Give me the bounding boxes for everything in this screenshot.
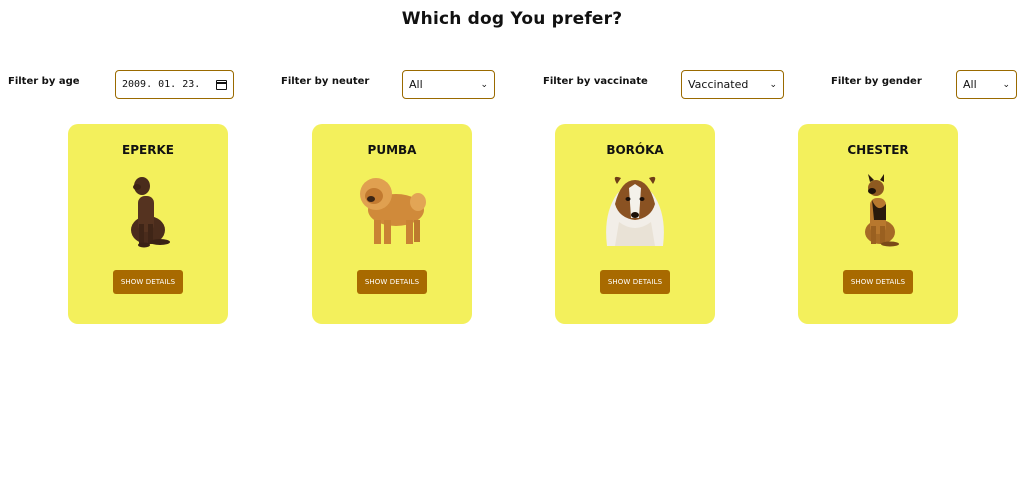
dog-card: BORÓKA SHOW DETAILS (555, 124, 715, 324)
calendar-icon[interactable] (216, 79, 227, 90)
dog-name: EPERKE (122, 143, 174, 157)
chevron-down-icon: ⌄ (480, 79, 488, 90)
filter-vaccinate-label: Filter by vaccinate (543, 76, 648, 87)
chevron-down-icon: ⌄ (1002, 79, 1010, 90)
dog-name: BORÓKA (606, 143, 664, 157)
show-details-button[interactable]: SHOW DETAILS (843, 270, 913, 294)
age-date-value: 2009. 01. 23. (122, 79, 201, 90)
vaccinate-select[interactable]: Vaccinated ⌄ (681, 70, 784, 99)
show-details-button[interactable]: SHOW DETAILS (113, 270, 183, 294)
dog-card: PUMBA SHOW DETAILS (312, 124, 472, 324)
dog-card: EPERKE SHOW DETAILS (68, 124, 228, 324)
dog-photo (865, 174, 899, 247)
dog-photo (360, 178, 426, 244)
page: Which dog You prefer? Filter by age 2009… (0, 0, 1024, 492)
gender-select-value: All (963, 78, 977, 91)
filter-gender-label: Filter by gender (831, 76, 922, 87)
gender-select[interactable]: All ⌄ (956, 70, 1017, 99)
page-title: Which dog You prefer? (401, 9, 623, 29)
show-details-button[interactable]: SHOW DETAILS (600, 270, 670, 294)
filter-neuter-label: Filter by neuter (281, 76, 370, 87)
neuter-select-value: All (409, 78, 423, 91)
show-details-button[interactable]: SHOW DETAILS (357, 270, 427, 294)
dog-name: CHESTER (847, 143, 909, 157)
chevron-down-icon: ⌄ (769, 79, 777, 90)
dog-name: PUMBA (367, 143, 417, 157)
dog-photo (131, 177, 170, 248)
age-date-input[interactable]: 2009. 01. 23. (115, 70, 234, 99)
neuter-select[interactable]: All ⌄ (402, 70, 495, 99)
dog-card: CHESTER SHOW DETAILS (798, 124, 958, 324)
dog-photo (606, 176, 664, 246)
vaccinate-select-value: Vaccinated (688, 78, 749, 91)
filter-age-label: Filter by age (8, 76, 80, 87)
